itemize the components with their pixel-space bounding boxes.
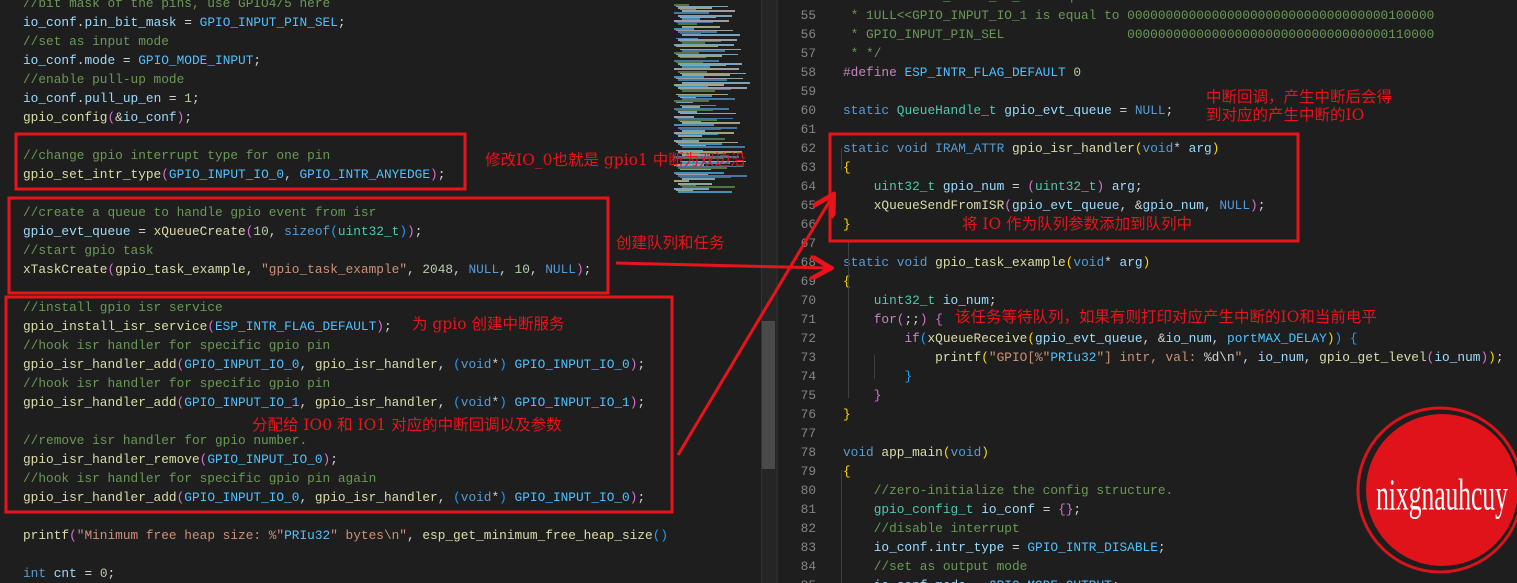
note-handler-add: 分配给 IO0 和 IO1 对应的中断回调以及参数 [252, 416, 562, 434]
note-isr-service: 为 gpio 创建中断服务 [412, 315, 565, 333]
note-callback-2: 到对应的产生中断的IO [1206, 106, 1365, 124]
highlight-box-queue-task [7, 196, 610, 295]
note-callback-1: 中断回调，产生中断后会得 [1206, 88, 1393, 106]
note-queue-task: 创建队列和任务 [616, 234, 725, 252]
note-task-wait: 该任务等待队列，如果有则打印对应产生中断的IO和当前电平 [955, 308, 1377, 326]
highlight-box-intr-type [14, 132, 467, 191]
watermark-text: nixgnauhcuy [1376, 470, 1508, 519]
note-intr-type: 修改IO_0也就是 gpio1 中断为双边沿 [485, 151, 746, 169]
highlight-box-isr-service [4, 295, 674, 514]
watermark-stamp: nixgnauhcuy [1356, 406, 1517, 574]
arrow-to-task [615, 263, 828, 268]
note-queue-send: 将 IO 作为队列参数添加到队列中 [962, 215, 1193, 233]
